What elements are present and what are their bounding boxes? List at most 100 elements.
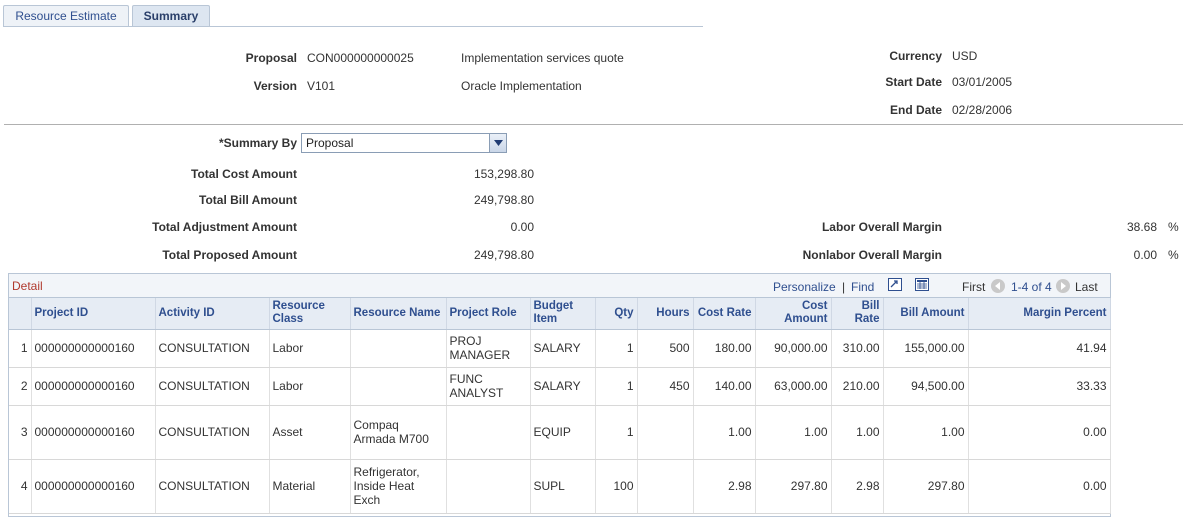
margin-percent-cell: 33.33 [968,367,1111,406]
proposal-value: CON000000000025 [307,51,414,65]
total-proposed-label: Total Proposed Amount [162,248,297,262]
personalize-link[interactable]: Personalize [773,280,836,294]
project-role-cell: PROJ MANAGER [446,329,531,368]
cost-rate-cell: 180.00 [693,329,756,368]
resource-class-cell: Labor [269,329,351,368]
detail-table: Project ID Activity ID Resource Class Re… [9,298,1111,514]
column-header[interactable]: Budget Item [530,298,596,330]
project-id-cell: 000000000000160 [31,329,156,368]
section-divider [4,124,1183,125]
labor-margin-value: 38.68 [1126,220,1157,234]
nonlabor-margin-label: Nonlabor Overall Margin [802,248,942,262]
row-number: 2 [9,367,32,406]
hours-cell: 500 [637,329,694,368]
cost-rate-cell: 1.00 [693,405,756,460]
project-id-cell: 000000000000160 [31,405,156,460]
end-date-label: End Date [889,103,942,117]
summary-by-label: *Summary By [218,136,297,150]
row-range: 1-4 of 4 [1011,280,1052,294]
margin-percent-cell: 0.00 [968,405,1111,460]
download-icon[interactable] [915,278,929,291]
bill-amount-cell: 155,000.00 [883,329,969,368]
qty-cell: 1 [595,405,638,460]
column-header[interactable]: Project Role [446,298,531,330]
total-bill-value: 249,798.80 [473,193,534,207]
column-header[interactable]: Cost Amount [755,298,832,330]
resource-name-cell [350,329,447,368]
detail-grid: Detail Personalize | Find First 1-4 of 4… [8,273,1111,517]
row-number-header [9,298,32,330]
nonlabor-margin-percent: % [1168,248,1179,262]
column-header[interactable]: Activity ID [155,298,270,330]
table-row: 4 000000000000160 CONSULTATION Material … [9,459,1111,514]
project-role-cell: FUNC ANALYST [446,367,531,406]
version-label: Version [253,79,297,93]
first-label[interactable]: First [962,280,985,294]
previous-icon[interactable] [991,279,1005,293]
total-proposed-value: 249,798.80 [473,248,534,262]
row-number: 4 [9,459,32,514]
table-row: 2 000000000000160 CONSULTATION Labor FUN… [9,367,1111,406]
column-header[interactable]: Bill Rate [831,298,884,330]
activity-id-cell: CONSULTATION [155,367,270,406]
total-cost-value: 153,298.80 [473,167,534,181]
margin-percent-cell: 0.00 [968,459,1111,514]
hours-cell: 450 [637,367,694,406]
table-header-row: Project ID Activity ID Resource Class Re… [9,298,1111,330]
resource-name-cell: Refrigerator, Inside Heat Exch [350,459,447,514]
column-header[interactable]: Qty [595,298,638,330]
cost-amount-cell: 63,000.00 [755,367,832,406]
row-number: 1 [9,329,32,368]
end-date-value: 02/28/2006 [952,103,1013,117]
bill-amount-cell: 1.00 [883,405,969,460]
bill-amount-cell: 297.80 [883,459,969,514]
nonlabor-margin-value: 0.00 [1133,248,1157,262]
summary-by-value: Proposal [306,136,354,150]
project-id-cell: 000000000000160 [31,459,156,514]
start-date-label: Start Date [885,75,942,89]
tab-resource-estimate[interactable]: Resource Estimate [3,5,129,27]
grid-title: Detail [12,279,43,293]
cost-amount-cell: 1.00 [755,405,832,460]
column-header[interactable]: Cost Rate [693,298,756,330]
version-value: V101 [307,79,336,93]
resource-class-cell: Material [269,459,351,514]
total-adjustment-value: 0.00 [510,220,534,234]
column-header[interactable]: Hours [637,298,694,330]
resource-class-cell: Labor [269,367,351,406]
last-label[interactable]: Last [1075,280,1098,294]
activity-id-cell: CONSULTATION [155,329,270,368]
labor-margin-label: Labor Overall Margin [821,220,942,234]
project-role-cell [446,459,531,514]
column-header[interactable]: Resource Name [350,298,447,330]
bill-rate-cell: 210.00 [831,367,884,406]
total-cost-label: Total Cost Amount [191,167,297,181]
dropdown-button[interactable] [489,134,506,152]
qty-cell: 100 [595,459,638,514]
table-row: 1 000000000000160 CONSULTATION Labor PRO… [9,329,1111,368]
cost-rate-cell: 2.98 [693,459,756,514]
budget-item-cell: SUPL [530,459,596,514]
activity-id-cell: CONSULTATION [155,405,270,460]
column-header[interactable]: Resource Class [269,298,351,330]
next-icon[interactable] [1056,279,1070,293]
budget-item-cell: SALARY [530,367,596,406]
summary-by-select[interactable]: Proposal [301,133,507,153]
column-header[interactable]: Project ID [31,298,156,330]
version-description: Oracle Implementation [461,79,582,93]
proposal-label: Proposal [245,51,297,65]
view-all-icon[interactable] [888,278,902,291]
project-id-cell: 000000000000160 [31,367,156,406]
nav-separator: | [842,280,846,294]
proposal-description: Implementation services quote [461,51,624,65]
column-header[interactable]: Margin Percent [968,298,1111,330]
column-header[interactable]: Bill Amount [883,298,969,330]
find-link[interactable]: Find [851,280,874,294]
bill-amount-cell: 94,500.00 [883,367,969,406]
table-row: 3 000000000000160 CONSULTATION Asset Com… [9,405,1111,460]
start-date-value: 03/01/2005 [952,75,1013,89]
project-role-cell [446,405,531,460]
grid-header-bar: Detail Personalize | Find First 1-4 of 4… [9,274,1110,298]
total-adjustment-label: Total Adjustment Amount [152,220,297,234]
tab-summary[interactable]: Summary [132,5,210,27]
